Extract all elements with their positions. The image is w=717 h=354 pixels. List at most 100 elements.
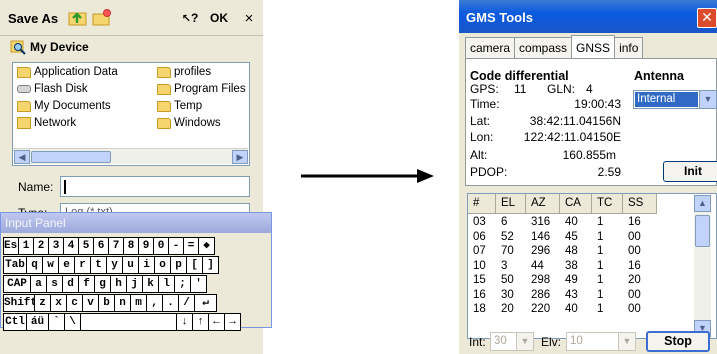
keyboard-key[interactable]: ↓ (177, 313, 193, 331)
keyboard-key[interactable]: ' (191, 275, 207, 293)
table-row[interactable]: 10 3 44 38 1 16 (468, 259, 657, 274)
keyboard-key[interactable]: / (179, 294, 195, 312)
keyboard-key[interactable]: ↵ (195, 294, 217, 312)
table-row[interactable]: 07 70 296 48 1 00 (468, 244, 657, 259)
table-row[interactable]: 15 50 298 49 1 20 (468, 273, 657, 288)
keyboard-key[interactable]: - (169, 237, 184, 255)
keyboard-key[interactable]: d (63, 275, 79, 293)
keyboard-key[interactable]: c (67, 294, 83, 312)
keyboard-key[interactable]: ◆ (199, 237, 215, 255)
column-header[interactable]: # (468, 194, 496, 214)
int-select[interactable]: 30 ▼ (490, 332, 534, 351)
horizontal-scrollbar[interactable]: ◀ ▶ (14, 148, 248, 164)
close-button[interactable]: ✕ (697, 8, 717, 28)
keyboard-key[interactable]: Shift (3, 294, 37, 312)
keyboard-key[interactable]: g (95, 275, 111, 293)
keyboard-key[interactable]: m (131, 294, 147, 312)
keyboard-key[interactable]: ] (203, 256, 219, 274)
name-input[interactable] (60, 176, 250, 197)
keyboard-key[interactable]: ← (209, 313, 225, 331)
tab-gnss[interactable]: GNSS (571, 35, 616, 58)
space-key[interactable] (81, 313, 177, 331)
chevron-down-icon[interactable]: ▼ (618, 333, 635, 350)
scroll-right-icon[interactable]: ▶ (232, 150, 248, 164)
close-button[interactable]: × (239, 9, 259, 28)
keyboard-key[interactable]: q (27, 256, 43, 274)
tab-compass[interactable]: compass (514, 37, 573, 58)
column-header[interactable]: TC (592, 194, 623, 214)
chevron-down-icon[interactable]: ▼ (516, 333, 533, 350)
keyboard-key[interactable]: a (31, 275, 47, 293)
keyboard-key[interactable]: w (43, 256, 59, 274)
column-header[interactable]: CA (560, 194, 592, 214)
keyboard-key[interactable]: i (139, 256, 155, 274)
keyboard-key[interactable]: s (47, 275, 63, 293)
scroll-thumb[interactable] (695, 215, 710, 247)
tab-info[interactable]: info (614, 37, 644, 58)
help-button[interactable]: ↖? (178, 9, 202, 28)
file-list[interactable]: Application Data Flash Disk My Documents… (12, 62, 250, 166)
keyboard-key[interactable]: l (159, 275, 175, 293)
keyboard-key[interactable]: y (107, 256, 123, 274)
keyboard-key[interactable]: 6 (94, 237, 109, 255)
keyboard-key[interactable]: h (111, 275, 127, 293)
scroll-thumb[interactable] (31, 151, 111, 163)
keyboard-key[interactable]: = (184, 237, 199, 255)
file-item[interactable]: Program Files (157, 83, 246, 95)
scroll-left-icon[interactable]: ◀ (14, 150, 30, 164)
keyboard-key[interactable]: b (99, 294, 115, 312)
up-folder-icon[interactable] (68, 8, 88, 28)
file-item[interactable]: My Documents (17, 100, 111, 112)
elv-select[interactable]: 10 ▼ (566, 332, 636, 351)
file-item[interactable]: Windows (157, 117, 221, 129)
keyboard-key[interactable]: e (59, 256, 75, 274)
column-header[interactable]: AZ (526, 194, 560, 214)
keyboard-key[interactable]: CAP (3, 275, 31, 293)
keyboard-key[interactable]: Tab (3, 256, 27, 274)
keyboard-key[interactable]: → (225, 313, 241, 331)
keyboard-key[interactable]: x (51, 294, 67, 312)
keyboard-key[interactable]: 0 (154, 237, 169, 255)
table-row[interactable]: 16 30 286 43 1 00 (468, 288, 657, 303)
keyboard-key[interactable]: k (143, 275, 159, 293)
vertical-scrollbar[interactable]: ▲ ▼ (694, 195, 711, 337)
table-row[interactable]: 18 20 220 40 1 00 (468, 302, 657, 317)
keyboard-key[interactable]: ; (175, 275, 191, 293)
keyboard-key[interactable]: n (115, 294, 131, 312)
keyboard-key[interactable]: [ (187, 256, 203, 274)
table-row[interactable]: 06 52 146 45 1 00 (468, 230, 657, 245)
keyboard-key[interactable]: v (83, 294, 99, 312)
ok-button[interactable]: OK (207, 9, 231, 28)
keyboard-key[interactable]: z (35, 294, 51, 312)
keyboard-key[interactable]: áü (27, 313, 49, 331)
keyboard-key[interactable]: , (147, 294, 163, 312)
keyboard-key[interactable]: Ctl (3, 313, 27, 331)
file-item[interactable]: Temp (157, 100, 202, 112)
init-button[interactable]: Init (663, 161, 717, 182)
keyboard-key[interactable]: 8 (124, 237, 139, 255)
file-item[interactable]: profiles (157, 66, 211, 78)
keyboard-key[interactable]: 1 (19, 237, 34, 255)
keyboard-key[interactable]: ` (49, 313, 65, 331)
file-item[interactable]: Network (17, 117, 76, 129)
column-header[interactable]: EL (496, 194, 526, 214)
keyboard-key[interactable]: t (91, 256, 107, 274)
keyboard-key[interactable]: u (123, 256, 139, 274)
chevron-down-icon[interactable]: ▼ (699, 91, 716, 108)
table-row[interactable]: 03 6 316 40 1 16 (468, 215, 657, 230)
antenna-select[interactable]: Internal ▼ (633, 90, 717, 109)
keyboard-key[interactable]: r (75, 256, 91, 274)
scroll-up-icon[interactable]: ▲ (694, 195, 711, 212)
keyboard-key[interactable]: \ (65, 313, 81, 331)
keyboard-key[interactable]: . (163, 294, 179, 312)
keyboard-key[interactable]: 5 (79, 237, 94, 255)
tab-camera[interactable]: camera (465, 37, 516, 58)
keyboard-key[interactable]: f (79, 275, 95, 293)
keyboard-key[interactable]: 7 (109, 237, 124, 255)
keyboard-key[interactable]: j (127, 275, 143, 293)
keyboard-key[interactable]: ↑ (193, 313, 209, 331)
new-folder-icon[interactable] (92, 8, 112, 28)
column-header[interactable]: SS (623, 194, 657, 214)
keyboard-key[interactable]: p (171, 256, 187, 274)
keyboard-key[interactable]: 9 (139, 237, 154, 255)
